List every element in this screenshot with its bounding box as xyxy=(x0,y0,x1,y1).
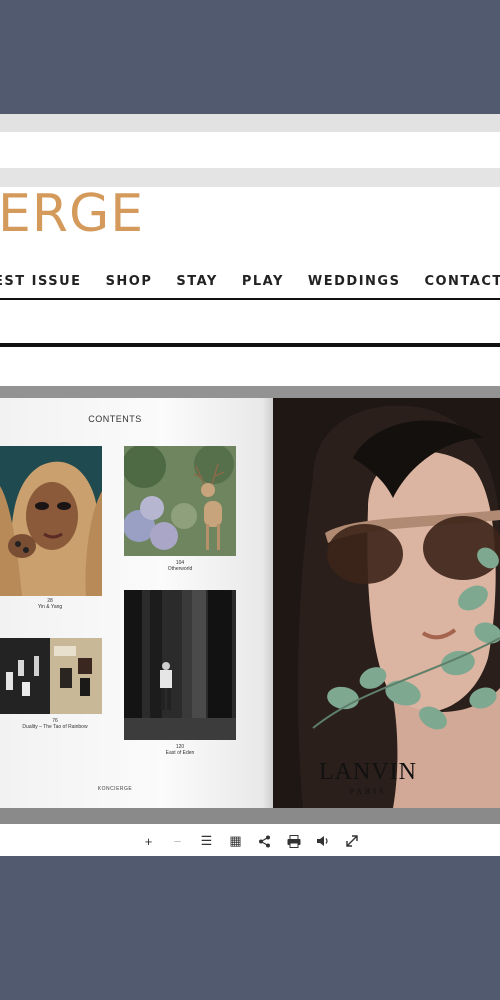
table-of-contents-icon[interactable]: ☰ xyxy=(192,830,221,852)
zoom-in-icon[interactable]: + xyxy=(134,830,163,852)
magazine-footer-brand: KONCIERGE xyxy=(97,786,133,792)
site-logo[interactable]: ERGE xyxy=(0,184,144,244)
section-divider xyxy=(0,343,500,347)
nav-play[interactable]: PLAY xyxy=(242,272,284,292)
nav-divider xyxy=(0,298,500,300)
ad-brand-lanvin: LANVIN xyxy=(319,759,417,785)
main-nav: EST ISSUE SHOP STAY PLAY WEDDINGS CONTAC… xyxy=(0,272,500,292)
viewer-toolbar: + − ☰ ▦ xyxy=(0,826,500,856)
nav-contact[interactable]: CONTACT xyxy=(424,272,500,292)
nav-weddings[interactable]: WEDDINGS xyxy=(308,272,401,292)
nav-stay[interactable]: STAY xyxy=(176,272,217,292)
zoom-out-icon[interactable]: − xyxy=(163,830,192,852)
photo-east-of-eden xyxy=(124,590,236,740)
viewer-frame-top xyxy=(0,386,500,398)
nav-shop[interactable]: SHOP xyxy=(106,272,153,292)
caption-duality: Duality – The Tao of Rainbow xyxy=(22,724,88,730)
contents-title: CONTENTS xyxy=(88,414,142,424)
photo-otherworld xyxy=(124,446,236,556)
share-icon[interactable] xyxy=(250,830,279,852)
photo-yin-yang xyxy=(0,446,102,596)
ad-photo xyxy=(273,398,500,808)
thumbnails-icon[interactable]: ▦ xyxy=(221,830,250,852)
lanvin-ad-page[interactable]: LANVIN PARIS xyxy=(273,398,500,808)
top-band xyxy=(0,114,500,132)
ad-brand-paris: PARIS xyxy=(349,787,387,796)
flipbook-viewer[interactable]: CONTENTS 28 Yin & Yang 104 Otherworld 76… xyxy=(0,386,500,824)
fullscreen-icon[interactable] xyxy=(337,830,366,852)
caption-otherworld: Otherworld xyxy=(167,566,193,572)
caption-east-of-eden: East of Eden xyxy=(165,750,195,756)
nav-latest-issue[interactable]: EST ISSUE xyxy=(0,272,82,292)
print-icon[interactable] xyxy=(279,830,308,852)
photo-duality xyxy=(0,638,102,714)
caption-yin-yang: Yin & Yang xyxy=(37,604,63,610)
website-frame: ERGE EST ISSUE SHOP STAY PLAY WEDDINGS C… xyxy=(0,114,500,856)
contents-page[interactable]: CONTENTS 28 Yin & Yang 104 Otherworld 76… xyxy=(0,398,273,808)
sound-icon[interactable] xyxy=(308,830,337,852)
